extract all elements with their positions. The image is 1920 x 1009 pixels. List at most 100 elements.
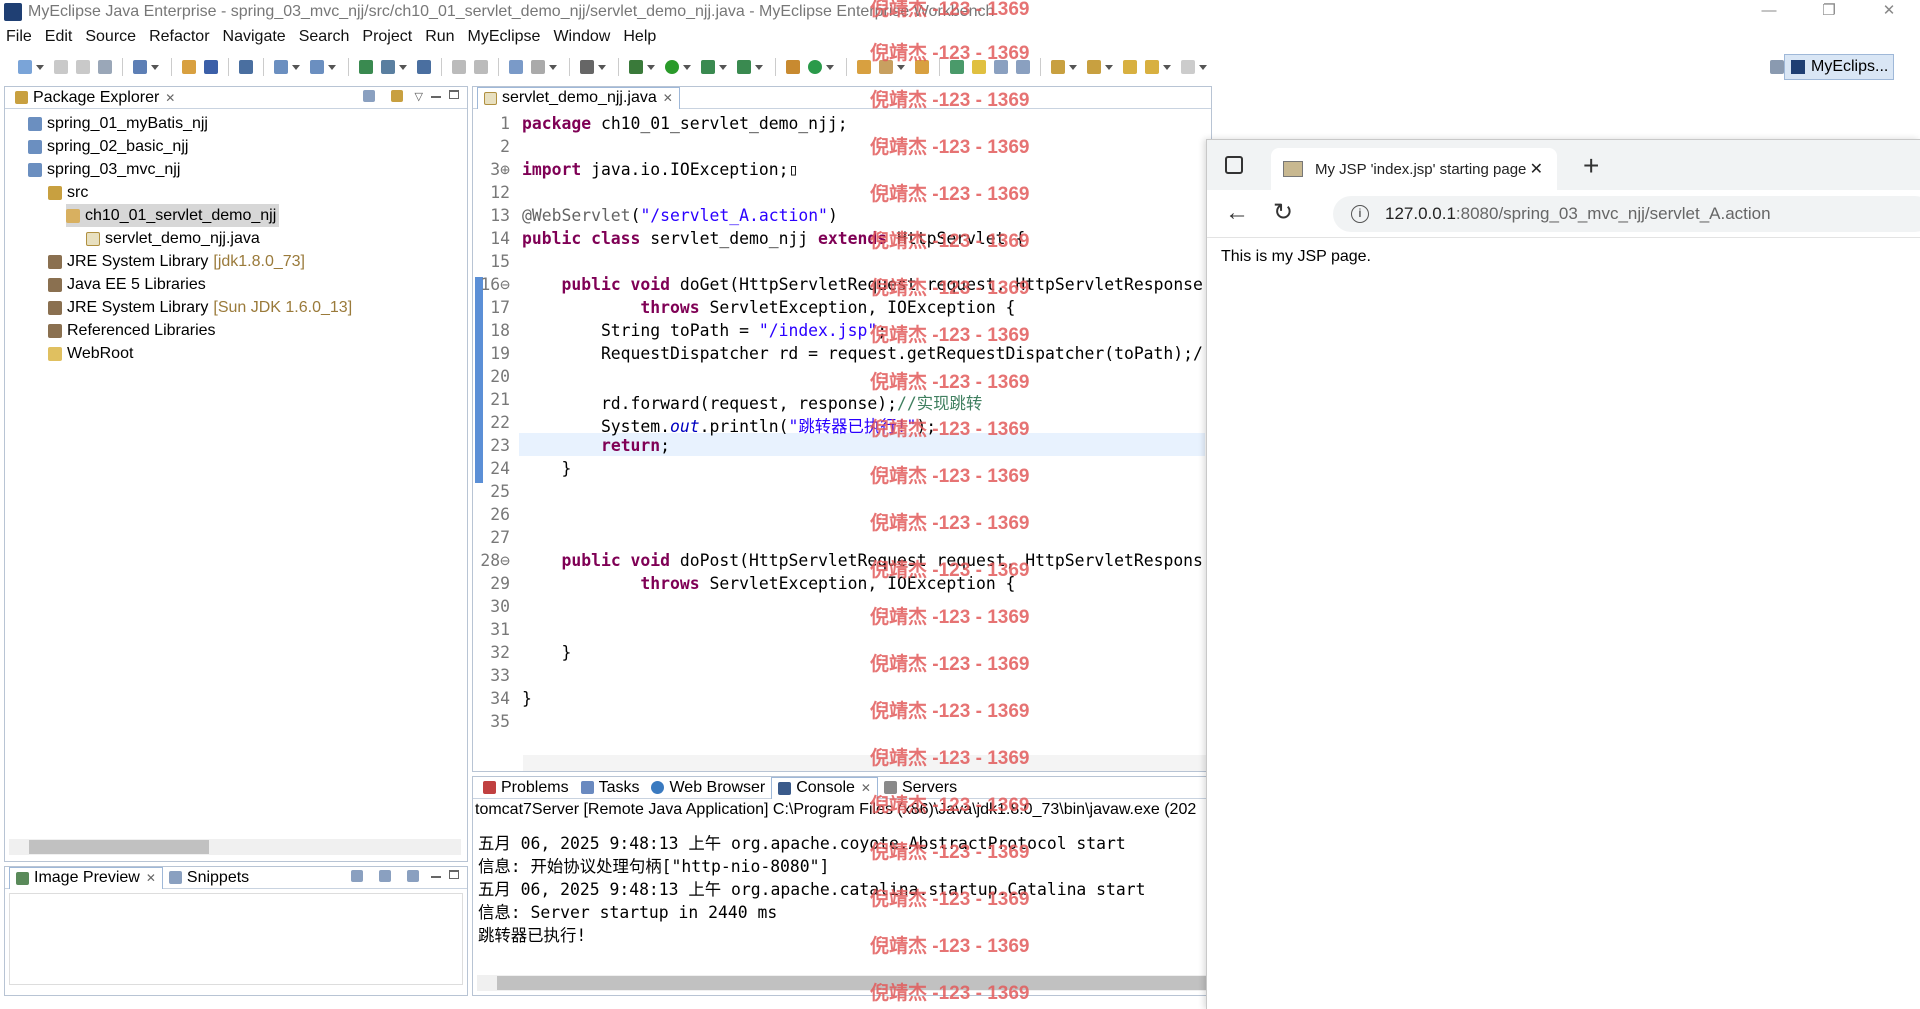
tree-item-folder[interactable]: WebRoot <box>48 342 133 365</box>
pen-dropdown-icon[interactable] <box>897 64 905 70</box>
new-wizard-icon[interactable] <box>133 60 147 74</box>
editor-horizontal-scrollbar[interactable] <box>523 755 1211 771</box>
print-icon[interactable] <box>98 60 112 74</box>
address-bar[interactable]: i 127.0.0.1:8080/spring_03_mvc_njj/servl… <box>1333 196 1920 232</box>
open-perspective-icon[interactable] <box>1770 60 1784 74</box>
close-tab-icon[interactable]: ✕ <box>1530 159 1543 179</box>
tab-image-preview[interactable]: Image Preview ✕ <box>9 866 163 889</box>
tab-snippets[interactable]: Snippets <box>163 867 255 889</box>
tree-item-library[interactable]: Referenced Libraries <box>48 319 216 342</box>
reload-icon[interactable]: ↻ <box>1273 198 1293 227</box>
tab-problems[interactable]: Problems <box>477 777 575 799</box>
terminal-dropdown-icon[interactable] <box>598 64 606 70</box>
toggle-icon[interactable] <box>509 60 523 74</box>
back-arrow-icon[interactable]: ← <box>1225 199 1249 227</box>
open-browser-icon[interactable] <box>381 60 395 74</box>
scroll-thumb[interactable] <box>29 840 209 854</box>
menu-search[interactable]: Search <box>299 28 350 46</box>
forward-dropdown-icon[interactable] <box>1199 64 1207 70</box>
tree-item-package[interactable]: ch10_01_servlet_demo_njj <box>66 204 280 227</box>
site-info-icon[interactable]: i <box>1351 205 1369 223</box>
tab-actions-icon[interactable] <box>1225 156 1243 174</box>
search-dropdown-icon[interactable] <box>328 64 336 70</box>
tab-servlet-demo-java[interactable]: servlet_demo_njj.java ✕ <box>477 86 680 109</box>
tree-item-src-folder[interactable]: src <box>48 181 88 204</box>
link-editor-icon[interactable] <box>390 90 403 102</box>
last-edit-icon[interactable] <box>1123 60 1137 74</box>
tree-item-library[interactable]: JRE System Library [jdk1.8.0_73] <box>48 250 305 273</box>
build-icon[interactable] <box>786 60 800 74</box>
close-icon[interactable]: ✕ <box>165 91 175 105</box>
new-icon[interactable] <box>18 60 32 74</box>
menu-file[interactable]: File <box>6 28 32 46</box>
tab-web-browser[interactable]: Web Browser <box>645 777 771 799</box>
debug-dropdown-icon[interactable] <box>647 64 655 70</box>
tree-item-library[interactable]: Java EE 5 Libraries <box>48 273 206 296</box>
refresh-icon[interactable] <box>808 60 822 74</box>
prev-annotation-dropdown-icon[interactable] <box>1105 64 1113 70</box>
open-folder-icon[interactable] <box>857 60 871 74</box>
open-type-icon[interactable] <box>274 60 288 74</box>
tab-console[interactable]: Console ✕ <box>771 776 878 799</box>
menu-run[interactable]: Run <box>425 28 454 46</box>
run-icon[interactable] <box>665 60 679 74</box>
prev-annotation-icon[interactable] <box>1087 60 1101 74</box>
minimize-view-icon[interactable] <box>431 96 441 98</box>
menu-navigate[interactable]: Navigate <box>223 28 286 46</box>
zoom-fit-icon[interactable] <box>351 870 363 882</box>
maximize-view-icon[interactable] <box>449 90 459 99</box>
scroll-thumb[interactable] <box>497 976 1209 990</box>
horizontal-scrollbar[interactable] <box>9 839 461 855</box>
annotation-icon[interactable] <box>950 60 964 74</box>
tab-servers[interactable]: Servers <box>878 777 963 799</box>
next-annotation-icon[interactable] <box>1051 60 1065 74</box>
save-icon[interactable] <box>54 60 68 74</box>
close-icon[interactable]: ✕ <box>663 91 673 105</box>
external-dropdown-icon[interactable] <box>755 64 763 70</box>
coverage-icon[interactable] <box>701 60 715 74</box>
collapse-all-icon[interactable] <box>362 90 375 102</box>
tree-item-java-file[interactable]: servlet_demo_njj.java <box>86 227 260 250</box>
zoom-in-icon[interactable] <box>407 870 419 882</box>
forward-icon[interactable] <box>1181 60 1195 74</box>
back-history-icon[interactable] <box>452 60 466 74</box>
restore-button[interactable]: ❐ <box>1806 0 1852 24</box>
menu-refactor[interactable]: Refactor <box>149 28 209 46</box>
coverage-dropdown-icon[interactable] <box>719 64 727 70</box>
run-dropdown-icon[interactable] <box>683 64 691 70</box>
open-type-dropdown-icon[interactable] <box>292 64 300 70</box>
database-icon[interactable] <box>239 60 253 74</box>
tree-item-library[interactable]: JRE System Library [Sun JDK 1.6.0_13] <box>48 296 352 319</box>
refresh-dropdown-icon[interactable] <box>826 64 834 70</box>
forward-history-icon[interactable] <box>474 60 488 74</box>
server-icon[interactable] <box>204 60 218 74</box>
save-all-icon[interactable] <box>76 60 90 74</box>
browser-dropdown-icon[interactable] <box>399 64 407 70</box>
tree-item-project[interactable]: spring_03_mvc_njj <box>28 158 180 181</box>
highlight-icon[interactable] <box>972 60 986 74</box>
perspective-myeclipse[interactable]: MyEclips... <box>1784 54 1894 80</box>
terminal-icon[interactable] <box>580 60 594 74</box>
deploy-icon[interactable] <box>182 60 196 74</box>
mark-dropdown-icon[interactable] <box>549 64 557 70</box>
search-icon[interactable] <box>310 60 324 74</box>
back-dropdown-icon[interactable] <box>1163 64 1171 70</box>
tab-tasks[interactable]: Tasks <box>575 777 646 799</box>
menu-myeclipse[interactable]: MyEclipse <box>468 28 541 46</box>
menu-help[interactable]: Help <box>623 28 656 46</box>
back-icon[interactable] <box>1145 60 1159 74</box>
pen-icon[interactable] <box>879 60 893 74</box>
minimize-view-icon[interactable] <box>431 876 441 878</box>
task-icon[interactable] <box>915 60 929 74</box>
tab-package-explorer[interactable]: Package Explorer ✕ <box>9 87 181 109</box>
tree-item-project[interactable]: spring_02_basic_njj <box>28 135 188 158</box>
run-server-icon[interactable] <box>359 60 373 74</box>
minimize-button[interactable]: — <box>1746 0 1792 24</box>
block-select-icon[interactable] <box>994 60 1008 74</box>
new-tab-icon[interactable]: + <box>1583 150 1599 182</box>
next-annotation-dropdown-icon[interactable] <box>1069 64 1077 70</box>
menu-window[interactable]: Window <box>553 28 610 46</box>
view-menu-icon[interactable]: ▽ <box>415 90 423 103</box>
console-horizontal-scrollbar[interactable] <box>477 975 1209 991</box>
close-icon[interactable]: ✕ <box>146 871 156 885</box>
